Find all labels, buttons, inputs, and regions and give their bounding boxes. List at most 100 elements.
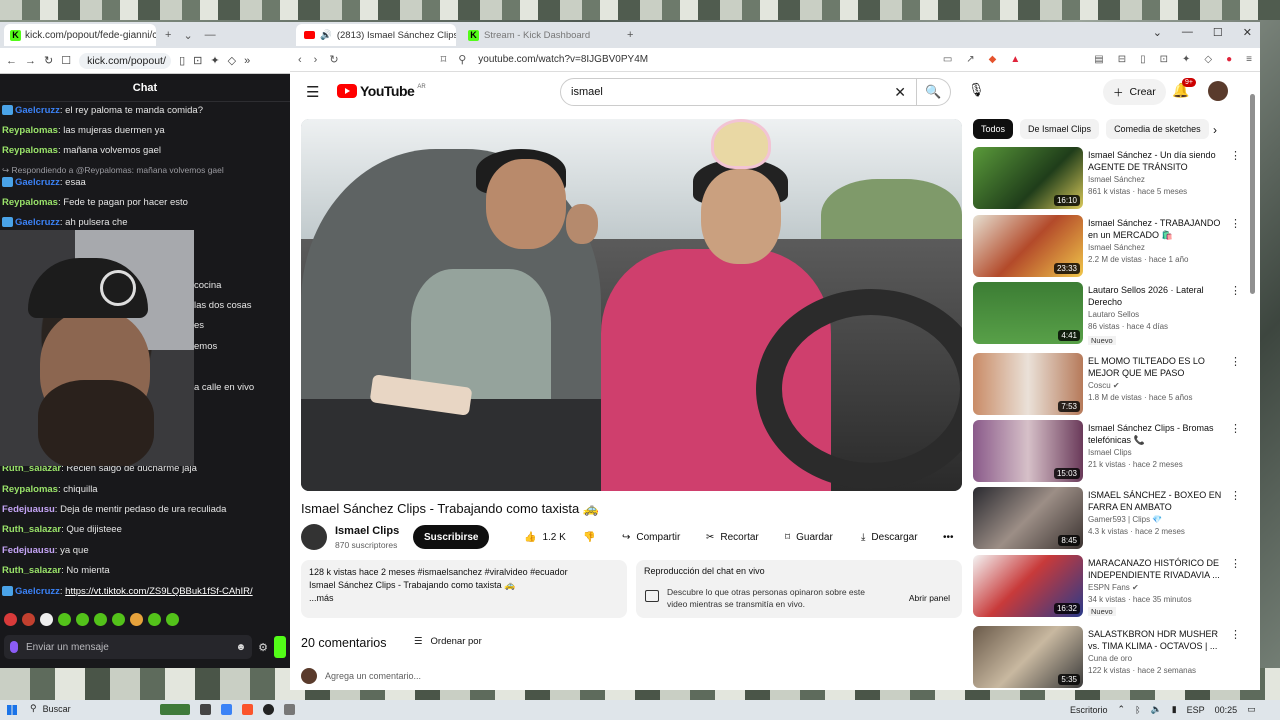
desktop-label[interactable]: Escritorio <box>1070 705 1108 715</box>
description-more[interactable]: ...más <box>309 592 619 605</box>
emote-icon[interactable] <box>76 612 89 626</box>
settings-gear-icon[interactable]: ⚙ <box>258 641 268 654</box>
more-vertical-icon[interactable]: ⋮ <box>1230 422 1241 435</box>
recommendation-item[interactable]: 7:53 EL MOMO TILTEADO ES LO MEJOR QUE ME… <box>973 353 1249 415</box>
recommendation-item[interactable]: 23:33 Ismael Sánchez - TRABAJANDO en un … <box>973 215 1249 277</box>
video-thumbnail[interactable]: 16:32 <box>973 555 1083 617</box>
screenshot-icon[interactable]: ⊡ <box>193 54 202 67</box>
search-button[interactable]: 🔍 <box>917 78 951 106</box>
recommendation-item[interactable]: 5:35 SALASTKBRON HDR MUSHER vs. TIMA KLI… <box>973 626 1249 688</box>
minimize-icon[interactable]: — <box>202 29 219 41</box>
emote-icon[interactable] <box>22 612 35 626</box>
bookmark-icon[interactable]: ⌑ <box>441 53 447 66</box>
chat-username[interactable]: Gaelcruzz <box>15 586 60 597</box>
chat-mic-icon[interactable] <box>10 641 18 653</box>
download-button[interactable]: ⤓ Descargar <box>861 526 918 548</box>
save-button[interactable]: ⌑ Guardar <box>785 526 833 548</box>
menu-icon[interactable]: ≡ <box>1246 54 1252 65</box>
youtube-logo[interactable]: YouTube AR <box>337 83 426 99</box>
recommendation-item[interactable]: 16:32 MARACANAZO HISTÓRICO DE INDEPENDIE… <box>973 555 1249 617</box>
network-icon[interactable]: ▮ <box>1172 704 1177 715</box>
extension-icon[interactable]: ✦ <box>1182 54 1190 65</box>
search-input[interactable]: ismael ✕ <box>560 78 917 106</box>
edge-icon[interactable] <box>221 704 232 715</box>
right-url-field[interactable]: youtube.com/watch?v=8IJGBV0PY4M <box>478 54 858 65</box>
chevron-down-icon[interactable]: ⌄ <box>180 29 195 42</box>
sound-icon[interactable]: 🔈 <box>1150 704 1161 715</box>
tab-youtube[interactable]: 🔊 (2813) Ismael Sánchez Clips - ✕ <box>296 24 456 46</box>
screenshot-icon[interactable]: ⊡ <box>1160 54 1168 65</box>
taskbar-search[interactable]: ⚲ Buscar <box>30 703 71 714</box>
video-thumbnail[interactable]: 4:41 <box>973 282 1083 344</box>
left-tab[interactable]: K kick.com/popout/fede-gianni/c ✕ <box>4 24 156 46</box>
chat-username[interactable]: Fedejuausu <box>2 545 55 556</box>
chat-username[interactable]: Reypalomas <box>2 125 58 136</box>
add-comment-input[interactable]: Agrega un comentario... <box>325 671 421 681</box>
chat-username[interactable]: Reypalomas <box>2 197 58 208</box>
emote-icon[interactable] <box>112 612 125 626</box>
chevron-up-icon[interactable]: ⌃ <box>1118 704 1126 715</box>
more-vertical-icon[interactable]: ⋮ <box>1230 284 1241 297</box>
more-vertical-icon[interactable]: ⋮ <box>1230 355 1241 368</box>
recommendation-item[interactable]: 8:45 ISMAEL SÁNCHEZ - BOXEO EN FARRA EN … <box>973 487 1249 549</box>
emote-icon[interactable] <box>58 612 71 626</box>
forward-icon[interactable]: → <box>25 55 36 67</box>
chip-sketch-comedy[interactable]: Comedia de sketches <box>1106 119 1209 139</box>
extension-icon[interactable]: ✦ <box>210 54 219 67</box>
chat-username[interactable]: Gaelcruzz <box>15 105 60 116</box>
chat-username[interactable]: Reypalomas <box>2 484 58 495</box>
page-scrollbar[interactable] <box>1249 88 1257 688</box>
create-button[interactable]: ＋ Crear <box>1103 79 1166 105</box>
bookmark-icon[interactable]: ☐ <box>61 54 71 67</box>
channel-avatar[interactable] <box>301 524 327 550</box>
more-vertical-icon[interactable]: ⋮ <box>1230 489 1241 502</box>
share-button[interactable]: ↪ Compartir <box>622 526 680 548</box>
video-thumbnail[interactable]: 8:45 <box>973 487 1083 549</box>
brave-icon[interactable] <box>242 704 253 715</box>
sort-button[interactable]: ☰ Ordenar por <box>414 636 482 647</box>
chevron-down-icon[interactable]: ⌄ <box>1153 26 1162 39</box>
subscribe-button[interactable]: Suscribirse <box>413 525 490 549</box>
recommendation-item[interactable]: 15:03 Ismael Sánchez Clips - Bromas tele… <box>973 420 1249 482</box>
more-vertical-icon[interactable]: ⋮ <box>1230 628 1241 641</box>
more-vertical-icon[interactable]: ⋮ <box>1230 217 1241 230</box>
more-vertical-icon[interactable]: ⋮ <box>1230 557 1241 570</box>
emoji-icon[interactable]: ☻ <box>236 642 247 653</box>
reader-icon[interactable]: ▤ <box>1094 54 1103 65</box>
rewards-icon[interactable]: ▲ <box>1010 54 1020 65</box>
install-app-icon[interactable]: ▭ <box>943 54 952 65</box>
sidebar-icon[interactable]: ▯ <box>1140 54 1146 65</box>
scrollbar-thumb[interactable] <box>1250 94 1255 294</box>
brave-shield-icon[interactable]: ◆ <box>989 54 997 65</box>
more-vertical-icon[interactable]: ⋮ <box>1230 149 1241 162</box>
emote-icon[interactable] <box>94 612 107 626</box>
chevron-right-icon[interactable]: › <box>1213 123 1217 137</box>
reload-icon[interactable]: ↻ <box>329 53 338 66</box>
vpn-icon[interactable]: ◇ <box>1204 54 1212 65</box>
shield-icon[interactable]: ◇ <box>228 54 236 67</box>
chip-all[interactable]: Todos <box>973 119 1014 139</box>
like-button[interactable]: 👍 1.2 K <box>524 526 566 548</box>
recommendation-item[interactable]: 4:41 Lautaro Sellos 2026 · Lateral Derec… <box>973 282 1249 345</box>
dislike-button[interactable]: 👎 <box>583 526 595 548</box>
emote-icon[interactable] <box>166 612 179 626</box>
clip-button[interactable]: ✂ Recortar <box>706 526 759 548</box>
tab-kick-dashboard[interactable]: K Stream - Kick Dashboard <box>460 24 620 46</box>
share-icon[interactable]: ↗ <box>966 54 974 65</box>
chat-link[interactable]: https://vt.tiktok.com/ZS9LQBBuk1fSf-CAhI… <box>65 586 252 597</box>
forward-icon[interactable]: › <box>314 54 318 66</box>
clock[interactable]: 00:25 <box>1215 705 1238 715</box>
app-icon[interactable] <box>284 704 295 715</box>
chip-channel[interactable]: De Ismael Clips <box>1020 119 1100 139</box>
new-tab-icon[interactable]: + <box>624 29 636 41</box>
emote-icon[interactable] <box>148 612 161 626</box>
emote-icon[interactable] <box>4 612 17 626</box>
new-tab-icon[interactable]: + <box>162 29 174 41</box>
avatar[interactable] <box>1208 81 1228 101</box>
more-icon[interactable]: » <box>244 55 250 67</box>
task-view-icon[interactable] <box>200 704 211 715</box>
more-actions-button[interactable]: ••• <box>943 526 954 548</box>
reload-icon[interactable]: ↻ <box>44 54 53 67</box>
recommendation-item[interactable]: 16:10 Ismael Sánchez - Un día siendo AGE… <box>973 147 1249 209</box>
speaker-icon[interactable]: 🔊 <box>320 30 332 41</box>
